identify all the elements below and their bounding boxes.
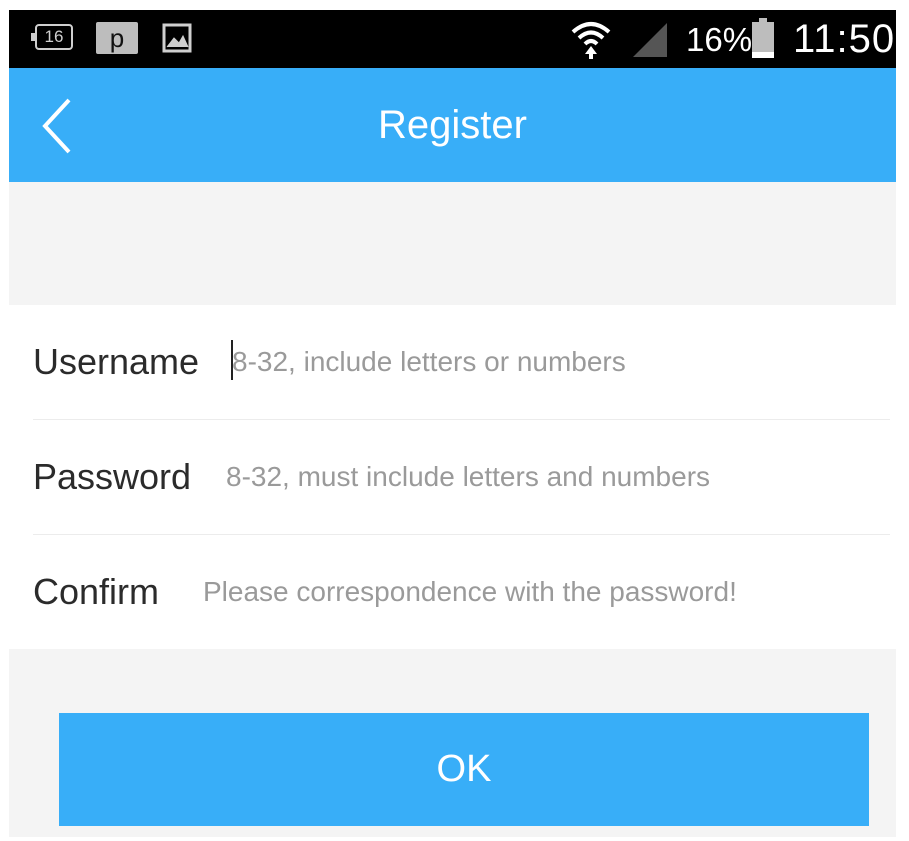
p-app-icon: p — [96, 22, 138, 54]
confirm-row: Confirm — [33, 535, 890, 649]
p-app-letter: p — [109, 23, 125, 53]
username-row: Username — [33, 305, 890, 419]
password-row: Password — [33, 420, 890, 534]
chevron-left-icon — [42, 98, 71, 154]
status-bar: 16 p 16% 11:50 — [9, 10, 896, 68]
ok-button[interactable]: OK — [59, 713, 869, 826]
cell-signal-icon — [631, 21, 669, 59]
app-screen: 16 p 16% 11:50 Register Username 8-32, i… — [9, 10, 896, 837]
gallery-icon — [162, 23, 192, 53]
confirm-password-input[interactable] — [203, 572, 883, 612]
text-cursor — [231, 340, 233, 380]
back-button[interactable] — [35, 96, 83, 156]
register-form: Username Password Confirm — [9, 305, 896, 649]
screenshot-frame: 16 p 16% 11:50 Register Username 8-32, i… — [0, 0, 909, 841]
battery-icon — [752, 18, 774, 58]
app-bar: Register — [9, 68, 896, 182]
battery-percent: 16% — [686, 21, 753, 58]
username-input[interactable] — [232, 342, 882, 382]
notification-16-icon: 16 — [31, 24, 73, 50]
password-input[interactable] — [226, 457, 882, 497]
page-title: Register — [378, 103, 527, 147]
password-label: Password — [33, 456, 192, 497]
wifi-icon — [569, 18, 613, 60]
username-label: Username — [33, 341, 200, 382]
notification-badge-text: 16 — [44, 27, 64, 46]
confirm-label: Confirm — [33, 571, 160, 612]
status-clock: 11:50 — [793, 17, 896, 61]
